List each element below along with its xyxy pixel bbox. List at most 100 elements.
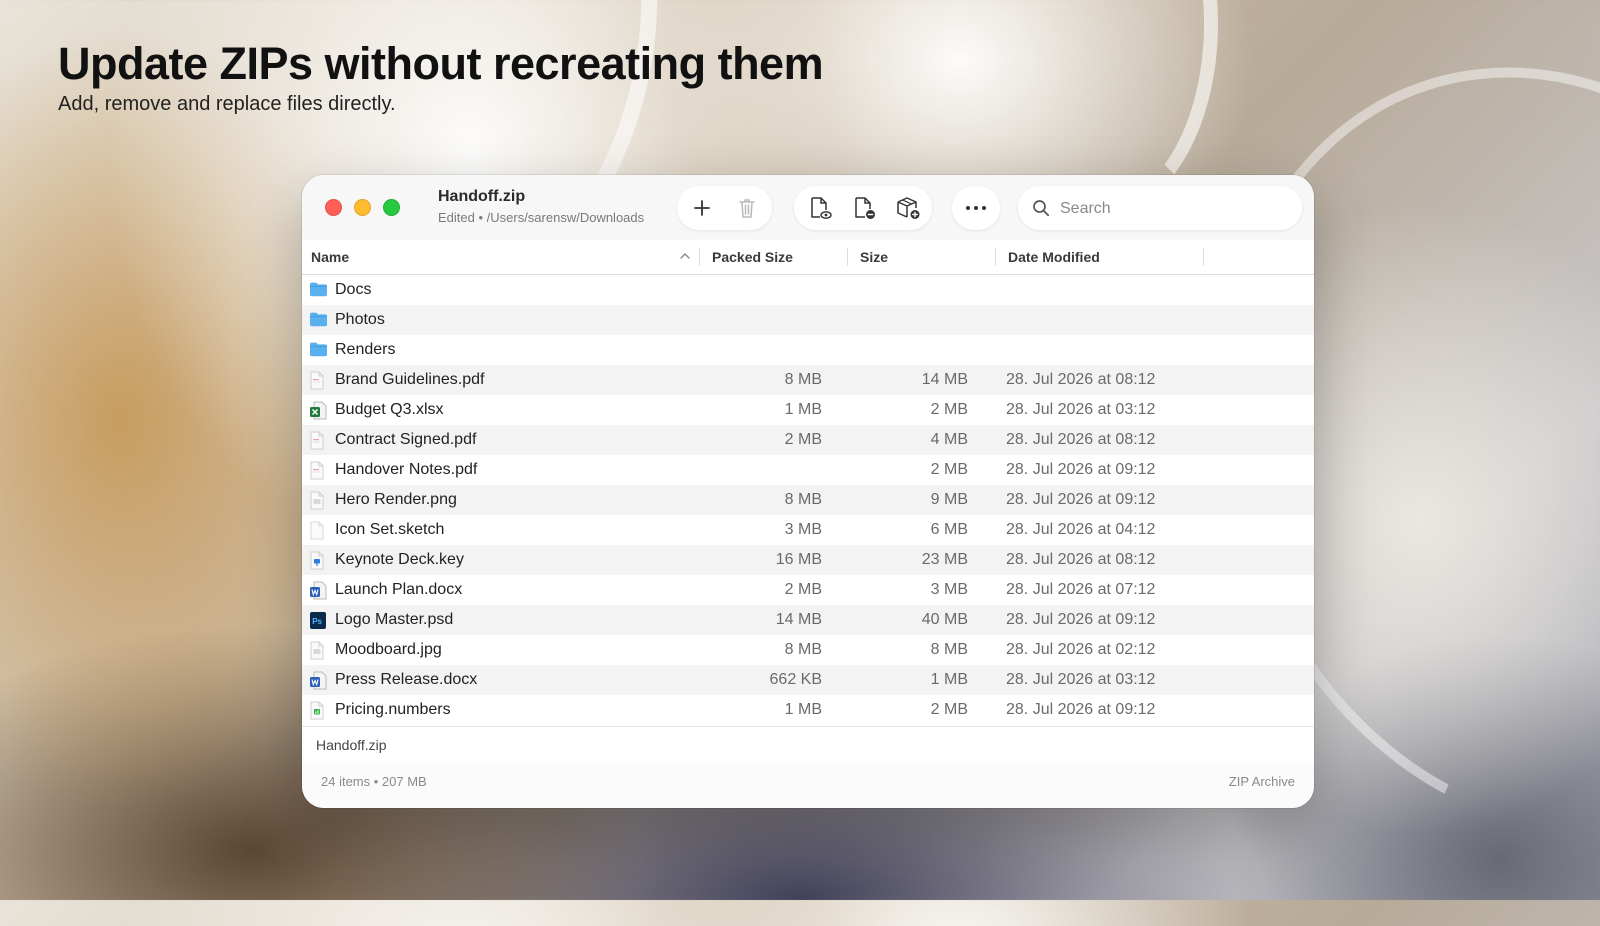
file-actions-group [794, 186, 932, 230]
item-count-summary: 24 items • 207 MB [321, 774, 427, 789]
item-name: Handover Notes.pdf [335, 461, 478, 478]
item-name: Photos [335, 311, 385, 328]
archive-window: Handoff.zip Edited • /Users/sarensw/Down… [302, 175, 1314, 808]
column-divider[interactable] [995, 248, 996, 266]
date-modified: 28. Jul 2026 at 09:12 [1006, 461, 1156, 478]
column-divider[interactable] [847, 248, 848, 266]
folder-row[interactable]: Docs [302, 275, 1314, 305]
file-row[interactable]: Budget Q3.xlsx 1 MB 2 MB 28. Jul 2026 at 03… [302, 395, 1314, 425]
status-bar: 24 items • 207 MB ZIP Archive [302, 763, 1314, 808]
item-name: Renders [335, 341, 396, 358]
plus-icon [694, 200, 710, 216]
packed-size: 8 MB [784, 491, 822, 508]
word-file-icon [309, 581, 327, 600]
sort-ascending-icon[interactable] [680, 252, 690, 260]
packed-size: 1 MB [784, 701, 822, 718]
more-button-pill [952, 186, 1000, 230]
column-header-packed-size[interactable]: Packed Size [712, 240, 793, 274]
minimize-window-button[interactable] [354, 199, 371, 216]
size: 23 MB [921, 551, 968, 568]
edit-button-group [677, 186, 772, 230]
promo-subheadline: Add, remove and replace files directly. [58, 93, 396, 115]
size: 2 MB [930, 461, 968, 478]
folder-icon [309, 311, 327, 329]
search-input[interactable] [1058, 186, 1292, 232]
file-row[interactable]: Press Release.docx 662 KB 1 MB 28. Jul 2026… [302, 665, 1314, 695]
delete-button[interactable] [725, 186, 769, 230]
file-row[interactable]: Icon Set.sketch 3 MB 6 MB 28. Jul 2026 at 0… [302, 515, 1314, 545]
item-name: Logo Master.psd [335, 611, 454, 628]
path-bar-item[interactable]: Handoff.zip [316, 727, 387, 763]
item-name: Contract Signed.pdf [335, 431, 477, 448]
promo-headline: Update ZIPs without recreating them [58, 38, 824, 89]
size: 14 MB [921, 371, 968, 388]
file-row[interactable]: Handover Notes.pdf 2 MB 28. Jul 2026 at 09… [302, 455, 1314, 485]
item-name: Budget Q3.xlsx [335, 401, 444, 418]
add-button[interactable] [680, 186, 724, 230]
image-file-icon [309, 491, 327, 510]
column-header-bar: Name Packed Size Size Date Modified [302, 240, 1314, 275]
date-modified: 28. Jul 2026 at 09:12 [1006, 701, 1156, 718]
more-actions-button[interactable] [954, 186, 998, 230]
path-bar: Handoff.zip [302, 726, 1314, 764]
date-modified: 28. Jul 2026 at 04:12 [1006, 521, 1156, 538]
item-name: Docs [335, 281, 372, 298]
file-row[interactable]: Moodboard.jpg 8 MB 8 MB 28. Jul 2026 at 02:… [302, 635, 1314, 665]
column-divider[interactable] [1203, 248, 1204, 266]
word-file-icon [309, 671, 327, 690]
search-icon [1033, 200, 1050, 217]
zoom-window-button[interactable] [383, 199, 400, 216]
file-row[interactable]: Ps Logo Master.psd 14 MB 40 MB 28. Jul 2026 … [302, 605, 1314, 635]
column-divider[interactable] [699, 248, 700, 266]
date-modified: 28. Jul 2026 at 09:12 [1006, 611, 1156, 628]
item-name: Icon Set.sketch [335, 521, 445, 538]
column-header-date-modified[interactable]: Date Modified [1008, 240, 1100, 274]
folder-icon [309, 281, 327, 299]
item-name: Pricing.numbers [335, 701, 451, 718]
archive-kind-label: ZIP Archive [1228, 774, 1295, 789]
window-toolbar: Handoff.zip Edited • /Users/sarensw/Down… [302, 175, 1314, 241]
file-row[interactable]: Contract Signed.pdf 2 MB 4 MB 28. Jul 2026 … [302, 425, 1314, 455]
column-header-name[interactable]: Name [311, 240, 349, 274]
packed-size: 3 MB [784, 521, 822, 538]
date-modified: 28. Jul 2026 at 08:12 [1006, 371, 1156, 388]
packed-size: 662 KB [769, 671, 822, 688]
numbers-file-icon [309, 701, 327, 720]
size: 3 MB [930, 581, 968, 598]
file-row[interactable]: Launch Plan.docx 2 MB 3 MB 28. Jul 2026 at … [302, 575, 1314, 605]
date-modified: 28. Jul 2026 at 03:12 [1006, 671, 1156, 688]
packed-size: 8 MB [784, 641, 822, 658]
packed-size: 14 MB [775, 611, 822, 628]
date-modified: 28. Jul 2026 at 08:12 [1006, 551, 1156, 568]
item-name: Moodboard.jpg [335, 641, 442, 658]
packed-size: 16 MB [775, 551, 822, 568]
extract-file-button[interactable] [842, 186, 886, 230]
item-name: Keynote Deck.key [335, 551, 464, 568]
add-to-archive-button[interactable] [886, 186, 930, 230]
search-field[interactable] [1018, 186, 1302, 232]
file-row[interactable]: Brand Guidelines.pdf 8 MB 14 MB 28. Jul 202… [302, 365, 1314, 395]
packed-size: 2 MB [784, 431, 822, 448]
file-row[interactable]: Pricing.numbers 1 MB 2 MB 28. Jul 2026 at 0… [302, 695, 1314, 725]
preview-file-button[interactable] [798, 186, 842, 230]
folder-row[interactable]: Photos [302, 305, 1314, 335]
file-row[interactable]: Hero Render.png 8 MB 9 MB 28. Jul 2026 at 0… [302, 485, 1314, 515]
column-header-size[interactable]: Size [860, 240, 888, 274]
file-row[interactable]: Keynote Deck.key 16 MB 23 MB 28. Jul 2026 a… [302, 545, 1314, 575]
pdf-file-icon [309, 431, 327, 450]
date-modified: 28. Jul 2026 at 03:12 [1006, 401, 1156, 418]
packed-size: 1 MB [784, 401, 822, 418]
item-name: Brand Guidelines.pdf [335, 371, 485, 388]
pdf-file-icon [309, 461, 327, 480]
folder-icon [309, 341, 327, 359]
close-window-button[interactable] [325, 199, 342, 216]
packed-size: 2 MB [784, 581, 822, 598]
date-modified: 28. Jul 2026 at 02:12 [1006, 641, 1156, 658]
size: 6 MB [930, 521, 968, 538]
folder-row[interactable]: Renders [302, 335, 1314, 365]
date-modified: 28. Jul 2026 at 09:12 [1006, 491, 1156, 508]
window-subtitle: Edited • /Users/sarensw/Downloads [438, 210, 645, 225]
size: 9 MB [930, 491, 968, 508]
item-name: Launch Plan.docx [335, 581, 463, 598]
date-modified: 28. Jul 2026 at 07:12 [1006, 581, 1156, 598]
